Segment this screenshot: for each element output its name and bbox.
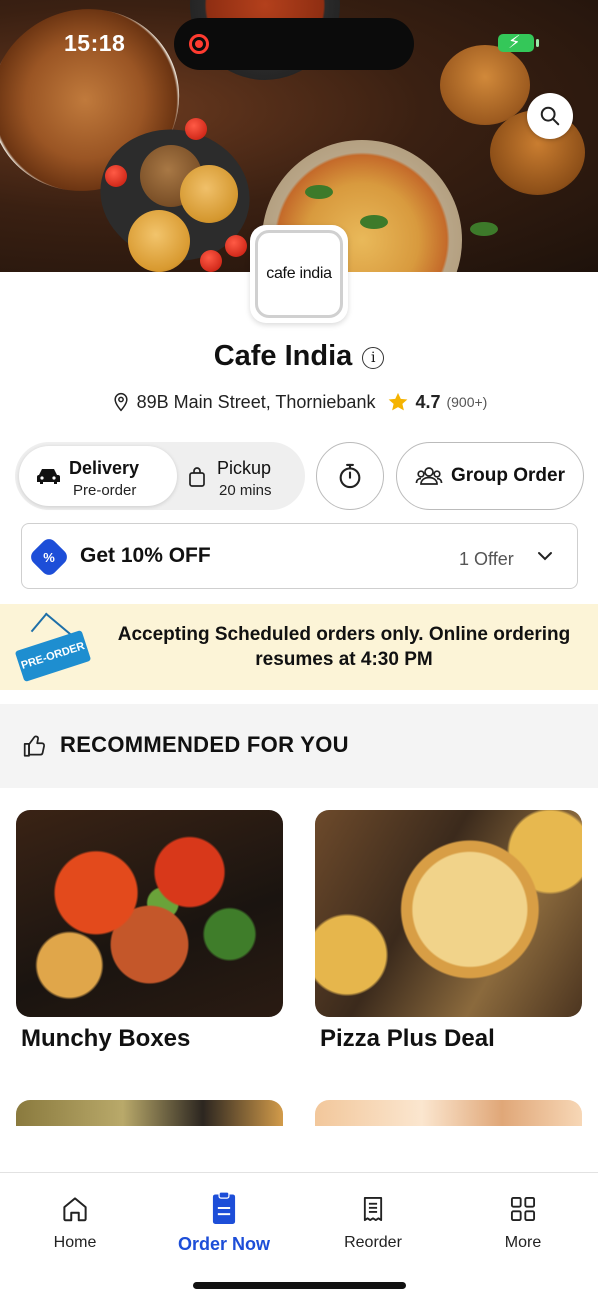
battery-icon: ⚡	[498, 32, 539, 52]
section-title: RECOMMENDED FOR YOU	[60, 732, 349, 757]
recommended-item-name[interactable]: Pizza Plus Deal	[320, 1025, 495, 1053]
star-icon	[389, 392, 408, 411]
restaurant-name: Cafe India	[213, 340, 353, 372]
search-icon	[540, 106, 560, 126]
stopwatch-icon	[339, 463, 361, 489]
status-time: 15:18	[64, 30, 126, 56]
bag-icon	[189, 467, 205, 487]
nav-home[interactable]: Home	[15, 1194, 135, 1252]
discount-symbol: %	[43, 549, 55, 565]
rating-value: 4.7	[415, 391, 441, 412]
address-row: 89B Main Street, Thorniebank 4.7 (900+)	[0, 391, 598, 413]
scheduled-notice-text: Accepting Scheduled orders only. Online …	[117, 624, 571, 670]
pizza-plus-deal-image[interactable]	[315, 810, 582, 1017]
recommended-card-image[interactable]	[315, 1100, 582, 1126]
nav-more-label: More	[504, 1234, 542, 1251]
delivery-label: Delivery	[69, 458, 140, 478]
restaurant-logo: cafe india	[250, 225, 348, 323]
nav-home-label: Home	[53, 1234, 97, 1251]
home-indicator[interactable]	[193, 1282, 406, 1289]
pickup-label: Pickup	[217, 458, 272, 478]
rating-count: (900+)	[446, 394, 488, 410]
nav-more[interactable]: More	[463, 1194, 583, 1252]
pickup-option[interactable]: Pickup 20 mins	[181, 446, 301, 506]
schedule-button[interactable]	[316, 442, 384, 510]
nav-order-now-label: Order Now	[177, 1234, 270, 1254]
recording-icon	[189, 34, 209, 54]
munchy-boxes-image[interactable]	[16, 810, 283, 1017]
chevron-down-icon[interactable]	[535, 546, 555, 566]
info-icon[interactable]: i	[362, 346, 385, 369]
delivery-sub: Pre-order	[73, 482, 137, 499]
restaurant-header: Cafe India i	[0, 340, 598, 373]
group-order-label: Group Order	[450, 465, 565, 486]
logo-text: cafe india	[255, 230, 343, 318]
location-pin-icon	[114, 392, 128, 412]
nav-reorder-label: Reorder	[344, 1234, 402, 1251]
delivery-option[interactable]: Delivery Pre-order	[19, 446, 177, 506]
pickup-sub: 20 mins	[219, 482, 272, 499]
nav-reorder[interactable]: Reorder	[313, 1194, 433, 1252]
thumbs-up-icon	[23, 735, 45, 757]
car-icon	[37, 469, 60, 484]
recommended-card-image[interactable]	[16, 1100, 283, 1126]
offer-count: 1 Offer	[459, 549, 514, 569]
grid-icon	[510, 1196, 536, 1222]
order-mode-toggle: Delivery Pre-order Pickup 20 mins	[15, 442, 305, 510]
group-order-button[interactable]: Group Order	[396, 442, 584, 510]
restaurant-address: 89B Main Street, Thorniebank	[136, 391, 376, 412]
order-icon	[212, 1192, 236, 1224]
group-icon	[415, 467, 443, 485]
offer-title: Get 10% OFF	[80, 544, 211, 567]
offer-card[interactable]: % Get 10% OFF 1 Offer	[21, 523, 578, 589]
nav-order-now[interactable]: Order Now	[164, 1192, 284, 1255]
search-button[interactable]	[527, 93, 573, 139]
dynamic-island	[174, 18, 414, 70]
recommended-item-name[interactable]: Munchy Boxes	[21, 1025, 190, 1053]
home-icon	[63, 1197, 87, 1222]
receipt-icon	[363, 1196, 383, 1222]
